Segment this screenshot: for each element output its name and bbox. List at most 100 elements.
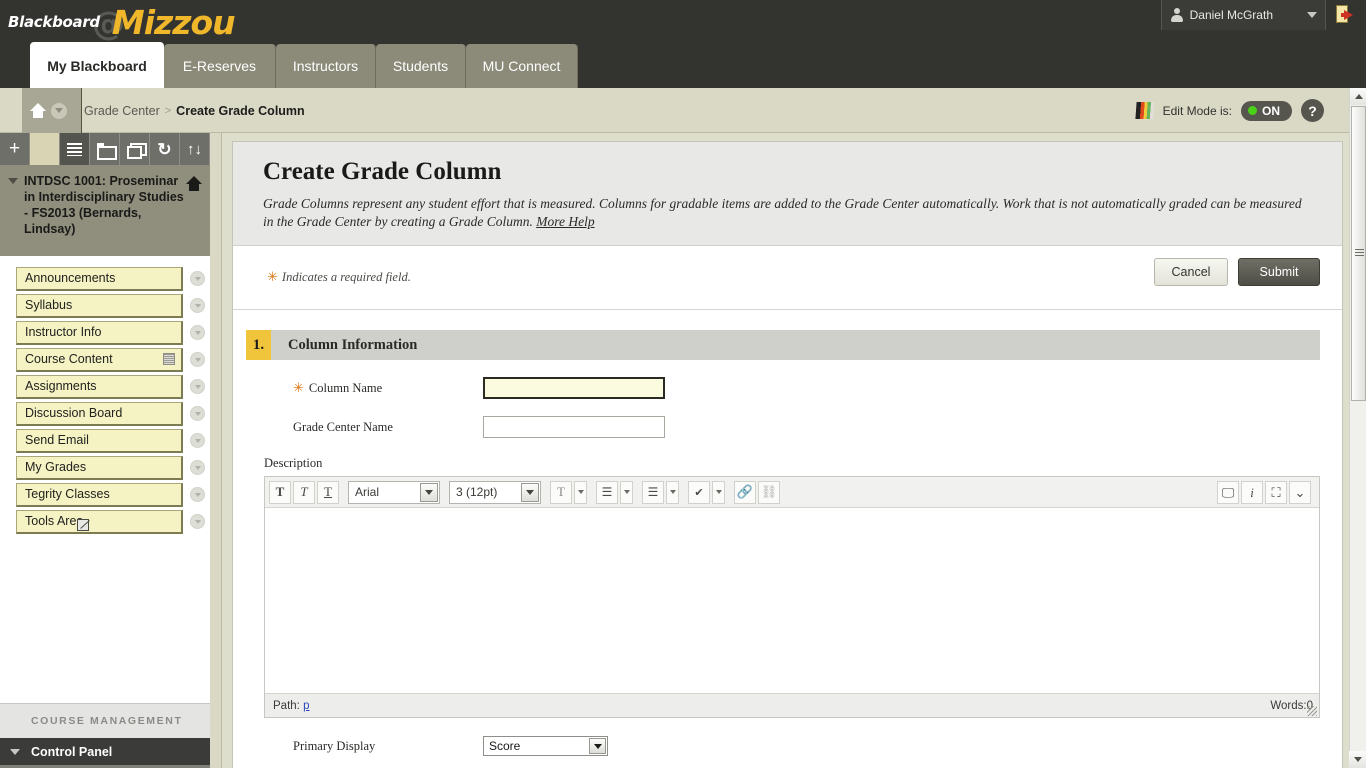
- expand-toolbar-icon[interactable]: ⌄: [1289, 481, 1311, 504]
- course-menu-item-announcements[interactable]: Announcements: [16, 266, 183, 291]
- text-color-dropdown-icon[interactable]: [574, 480, 587, 504]
- preview-icon[interactable]: 🖵: [1217, 481, 1239, 504]
- list-item[interactable]: Tools Area: [16, 508, 206, 535]
- course-menu-item-course-content[interactable]: Course Content: [16, 347, 183, 372]
- list-view-button[interactable]: [60, 133, 90, 173]
- spellcheck-dropdown-icon[interactable]: [712, 480, 725, 504]
- add-content-button[interactable]: [0, 133, 30, 165]
- list-item[interactable]: Syllabus: [16, 292, 206, 319]
- info-icon[interactable]: i: [1241, 481, 1263, 504]
- text-color-icon[interactable]: T: [550, 480, 572, 504]
- edit-mode-toggle[interactable]: ON: [1241, 100, 1292, 121]
- editor-path: Path: p: [273, 700, 309, 712]
- tab-students[interactable]: Students: [376, 44, 466, 88]
- list-item[interactable]: Assignments: [16, 373, 206, 400]
- grid-icon: [163, 352, 175, 365]
- tab-instructors[interactable]: Instructors: [276, 44, 376, 88]
- tab-label: My Blackboard: [47, 57, 147, 74]
- bold-icon[interactable]: T: [269, 480, 291, 504]
- refresh-button[interactable]: ↻: [150, 133, 180, 165]
- editor-status-bar: Path: p Words:0: [265, 693, 1319, 717]
- description-label: Description: [264, 456, 323, 470]
- submit-button[interactable]: Submit: [1238, 258, 1320, 286]
- bullet-list-dropdown-icon[interactable]: [620, 480, 633, 504]
- brand-logo[interactable]: Blackboard @ Mizzou: [8, 2, 236, 44]
- course-menu-item-assignments[interactable]: Assignments: [16, 374, 183, 399]
- course-menu-item-tegrity-classes[interactable]: Tegrity Classes: [16, 482, 183, 507]
- folder-view-button[interactable]: [90, 133, 120, 165]
- italic-icon[interactable]: T: [293, 480, 315, 504]
- primary-display-select[interactable]: Score: [483, 736, 608, 756]
- course-menu-item-my-grades[interactable]: My Grades: [16, 455, 183, 480]
- underline-icon[interactable]: T: [317, 480, 339, 504]
- tab-e-reserves[interactable]: E-Reserves: [164, 44, 276, 88]
- font-family-select[interactable]: Arial: [348, 480, 440, 504]
- chevron-down-circle-icon[interactable]: [190, 460, 205, 475]
- column-name-input[interactable]: [483, 377, 665, 399]
- sidebar-item-control-panel[interactable]: Control Panel: [0, 738, 210, 765]
- bullet-list-icon[interactable]: ☰: [596, 480, 618, 504]
- chevron-down-circle-icon[interactable]: [51, 102, 67, 119]
- course-menu-item-instructor-info[interactable]: Instructor Info: [16, 320, 183, 345]
- course-menu-item-discussion-board[interactable]: Discussion Board: [16, 401, 183, 426]
- font-size-select[interactable]: 3 (12pt): [449, 480, 541, 504]
- sidebar-resize-handle[interactable]: [210, 133, 222, 768]
- content-card: Create Grade Column Grade Columns repres…: [232, 141, 1343, 768]
- chevron-down-icon[interactable]: [521, 482, 539, 502]
- reorder-button[interactable]: ↑↓: [180, 133, 210, 165]
- scroll-down-arrow-icon[interactable]: [1349, 751, 1366, 768]
- numbered-list-icon[interactable]: ☰: [642, 480, 664, 504]
- numbered-list-dropdown-icon[interactable]: [666, 480, 679, 504]
- course-menu-item-syllabus[interactable]: Syllabus: [16, 293, 183, 318]
- chevron-down-circle-icon[interactable]: [190, 514, 205, 529]
- more-help-link[interactable]: More Help: [536, 214, 594, 229]
- chevron-down-circle-icon[interactable]: [190, 487, 205, 502]
- list-item[interactable]: Tegrity Classes: [16, 481, 206, 508]
- tab-mu-connect[interactable]: MU Connect: [466, 44, 578, 88]
- sidebar-item-label: Control Panel: [31, 744, 113, 759]
- cancel-button[interactable]: Cancel: [1154, 258, 1228, 286]
- logout-arrow-icon: [1344, 10, 1353, 20]
- list-item[interactable]: Course Content: [16, 346, 206, 373]
- remove-link-icon[interactable]: ⛓: [758, 480, 780, 504]
- home-icon[interactable]: [29, 102, 47, 119]
- course-menu-item-send-email[interactable]: Send Email: [16, 428, 183, 453]
- chevron-down-icon[interactable]: [1307, 12, 1317, 18]
- help-button[interactable]: ?: [1301, 99, 1324, 122]
- user-menu[interactable]: Daniel McGrath: [1160, 0, 1326, 30]
- fullscreen-icon[interactable]: ⛶: [1265, 481, 1287, 504]
- chevron-down-circle-icon[interactable]: [190, 433, 205, 448]
- breadcrumb-parent-link[interactable]: Grade Center: [84, 104, 160, 118]
- home-icon[interactable]: [186, 176, 202, 191]
- menu-item-label: Course Content: [25, 352, 113, 366]
- chevron-down-circle-icon[interactable]: [190, 298, 205, 313]
- chevron-down-icon[interactable]: [420, 482, 438, 502]
- caret-down-icon[interactable]: [8, 178, 18, 184]
- chevron-down-circle-icon[interactable]: [190, 406, 205, 421]
- page-scrollbar[interactable]: [1349, 88, 1366, 768]
- list-item[interactable]: Send Email: [16, 427, 206, 454]
- tab-my-blackboard[interactable]: My Blackboard: [30, 42, 164, 89]
- chevron-down-circle-icon[interactable]: [190, 271, 205, 286]
- display-view-button[interactable]: [120, 133, 150, 165]
- list-item[interactable]: My Grades: [16, 454, 206, 481]
- logout-button[interactable]: [1336, 4, 1360, 26]
- chevron-down-icon[interactable]: [589, 738, 606, 754]
- chevron-down-circle-icon[interactable]: [190, 325, 205, 340]
- chevron-down-circle-icon[interactable]: [190, 379, 205, 394]
- list-item[interactable]: Discussion Board: [16, 400, 206, 427]
- palette-icon[interactable]: [1135, 102, 1155, 119]
- grade-center-name-input[interactable]: [483, 416, 665, 438]
- path-value-link[interactable]: p: [303, 700, 309, 712]
- list-item[interactable]: Announcements: [16, 265, 206, 292]
- breadcrumb-home-group[interactable]: [22, 88, 82, 133]
- chevron-down-circle-icon[interactable]: [190, 352, 205, 367]
- editor-resize-handle[interactable]: [1307, 706, 1317, 716]
- course-menu-item-tools-area[interactable]: Tools Area: [16, 509, 183, 534]
- spellcheck-icon[interactable]: ✔: [688, 480, 710, 504]
- list-item[interactable]: Instructor Info: [16, 319, 206, 346]
- editor-content-area[interactable]: [265, 508, 1319, 693]
- insert-link-icon[interactable]: 🔗: [734, 480, 756, 504]
- scrollbar-thumb[interactable]: [1351, 106, 1366, 401]
- scroll-up-arrow-icon[interactable]: [1350, 88, 1366, 105]
